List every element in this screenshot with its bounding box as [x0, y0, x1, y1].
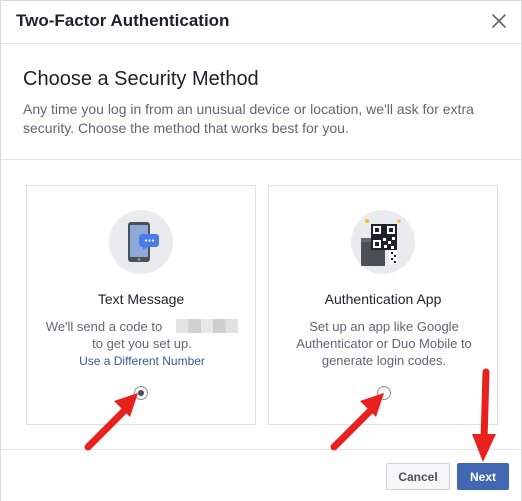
section-title: Choose a Security Method [23, 68, 259, 90]
dialog-title: Two-Factor Authentication [16, 11, 230, 30]
dialog-footer: Cancel Next [1, 449, 521, 501]
next-button[interactable]: Next [457, 463, 509, 490]
close-icon[interactable] [489, 11, 509, 31]
option-title: Authentication App [324, 291, 442, 307]
radio-authentication-app[interactable] [377, 386, 391, 400]
option-card-text-message[interactable]: Text Message We'll send a code to to get… [26, 185, 256, 425]
phone-message-icon [109, 210, 173, 274]
section-description: Any time you log in from an unusual devi… [23, 101, 474, 136]
intro-section: Choose a Security Method Any time you lo… [1, 45, 521, 160]
option-title: Text Message [97, 291, 185, 307]
radio-text-message[interactable] [134, 386, 148, 400]
redacted-phone-number [176, 319, 239, 333]
option-description: Set up an app like Google Authenticator … [296, 319, 472, 368]
dialog-header: Two-Factor Authentication [1, 1, 521, 44]
use-different-number-link[interactable]: Use a Different Number [41, 353, 243, 370]
option-description: We'll send a code to to get you set up. … [41, 318, 243, 370]
two-factor-dialog: Two-Factor Authentication Choose a Secur… [0, 0, 522, 501]
option-card-authentication-app[interactable]: Authentication App Set up an app like Go… [268, 185, 498, 425]
description-text-2: to get you set up. [92, 336, 192, 351]
qr-code-app-icon [351, 210, 415, 274]
description-text: We'll send a code to [45, 319, 163, 334]
cancel-button[interactable]: Cancel [386, 463, 450, 490]
